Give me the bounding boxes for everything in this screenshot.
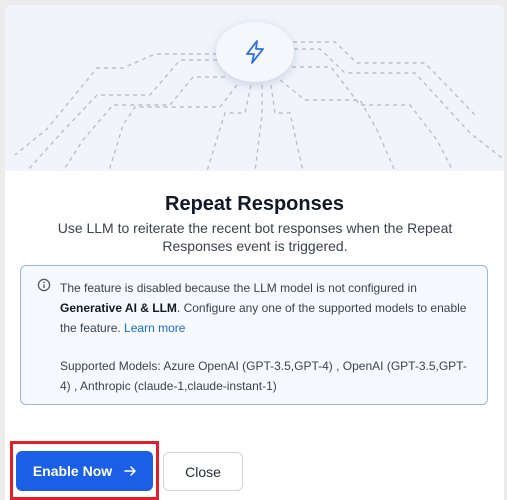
- info-circle-icon: [37, 278, 51, 292]
- feature-disabled-notice: The feature is disabled because the LLM …: [20, 265, 488, 405]
- notice-text: The feature is disabled because the LLM …: [60, 278, 470, 338]
- lightning-bolt-icon: [246, 40, 264, 64]
- notice-text-part1: The feature is disabled because the LLM …: [60, 281, 417, 295]
- lightning-bolt-badge: [216, 22, 294, 82]
- arrow-right-icon: [124, 466, 136, 476]
- hero-illustration: [5, 5, 504, 171]
- enable-now-label: Enable Now: [32, 463, 113, 479]
- learn-more-link[interactable]: Learn more: [124, 321, 185, 335]
- supported-models-text: Supported Models: Azure OpenAI (GPT-3.5,…: [60, 359, 467, 393]
- generative-ai-llm-text: Generative AI & LLM: [60, 301, 177, 315]
- repeat-responses-dialog: Repeat Responses Use LLM to reiterate th…: [5, 5, 504, 500]
- dialog-subtitle: Use LLM to reiterate the recent bot resp…: [57, 220, 453, 254]
- enable-now-button[interactable]: Enable Now: [16, 451, 153, 491]
- dialog-title: Repeat Responses: [165, 193, 344, 215]
- close-button[interactable]: Close: [163, 452, 243, 491]
- close-label: Close: [185, 463, 221, 480]
